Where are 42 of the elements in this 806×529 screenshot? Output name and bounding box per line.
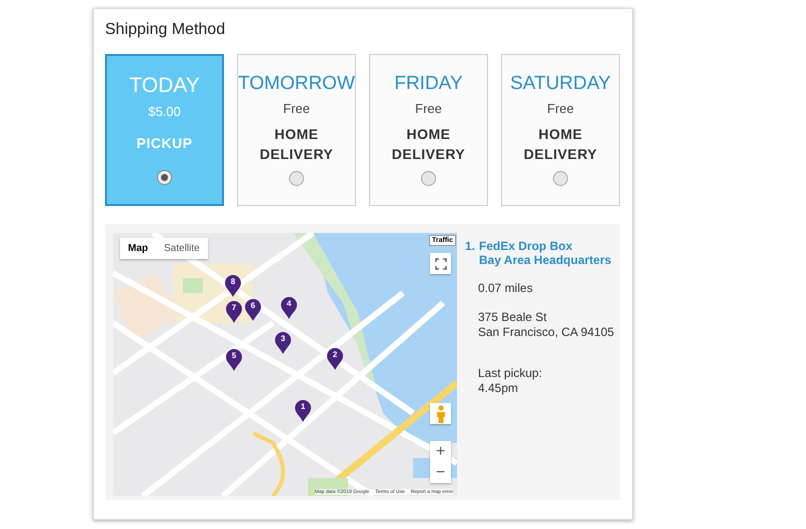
- map-type-tab[interactable]: Map: [120, 238, 156, 259]
- map-pin[interactable]: 4: [281, 297, 297, 319]
- option-price: Free: [547, 101, 574, 116]
- street-view-button[interactable]: [430, 403, 451, 424]
- shipping-option[interactable]: FRIDAY Free HOME DELIVERY: [369, 54, 488, 206]
- shipping-option[interactable]: TOMORROW Free HOME DELIVERY: [237, 54, 356, 206]
- location-number: 1.: [465, 239, 476, 255]
- fullscreen-icon: [434, 258, 446, 270]
- option-price: Free: [283, 101, 310, 116]
- map-pin[interactable]: 2: [327, 348, 343, 370]
- map-pin[interactable]: 7: [226, 301, 242, 323]
- option-method: HOME DELIVERY: [522, 125, 598, 164]
- address-line: 375 Beale St: [478, 310, 548, 325]
- address-line: San Francisco, CA 94105: [478, 325, 614, 340]
- map-pin[interactable]: 8: [225, 275, 241, 297]
- zoom-out-button[interactable]: −: [430, 462, 451, 483]
- radio-button[interactable]: [157, 170, 172, 185]
- map-type-tab[interactable]: Satellite: [156, 238, 208, 259]
- option-method: HOME DELIVERY: [390, 125, 466, 164]
- pickup-line: Last pickup:: [478, 366, 544, 381]
- option-method: PICKUP: [136, 134, 194, 153]
- option-method: HOME DELIVERY: [258, 125, 334, 164]
- option-day: FRIDAY: [394, 73, 463, 95]
- option-day: TOMORROW: [238, 73, 355, 95]
- shipping-option[interactable]: SATURDAY Free HOME DELIVERY: [501, 54, 620, 206]
- distance-text: 0.07 miles: [478, 281, 534, 296]
- map-pin[interactable]: 1: [295, 400, 311, 422]
- map-pin[interactable]: 6: [245, 299, 261, 321]
- map-pin[interactable]: 5: [226, 349, 242, 371]
- radio-button[interactable]: [553, 171, 568, 186]
- map-pin[interactable]: 3: [275, 332, 291, 354]
- radio-button[interactable]: [421, 171, 436, 186]
- person-icon: [436, 404, 446, 422]
- pickup-line: 4.45pm: [478, 381, 520, 396]
- option-price: $5.00: [148, 104, 181, 119]
- option-day: SATURDAY: [510, 73, 611, 95]
- option-price: Free: [415, 101, 442, 116]
- fullscreen-button[interactable]: [430, 253, 451, 274]
- radio-button[interactable]: [289, 171, 304, 186]
- option-day: TODAY: [129, 74, 200, 98]
- section-title: Shipping Method: [105, 21, 226, 39]
- zoom-in-button[interactable]: +: [430, 441, 451, 462]
